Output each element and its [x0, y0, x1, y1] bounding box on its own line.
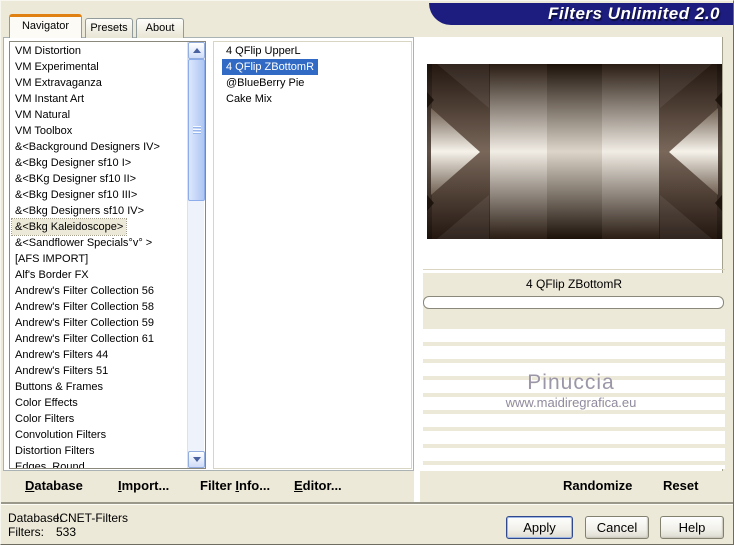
filter-list: 4 QFlip UpperL 4 QFlip ZBottomR @BlueBer…: [213, 41, 412, 469]
category-item[interactable]: &<BKg Designer sf10 II>: [12, 171, 139, 187]
category-item[interactable]: VM Extravaganza: [12, 75, 105, 91]
tab-presets[interactable]: Presets: [85, 18, 133, 38]
selected-filter-header: 4 QFlip ZBottomR: [525, 277, 623, 291]
filter-info-button[interactable]: Filter Info...: [200, 478, 270, 493]
filters-count-label: Filters:: [8, 525, 44, 539]
scrollbar-grip-icon: [192, 125, 201, 135]
app-title-banner: Filters Unlimited 2.0: [429, 3, 733, 25]
category-item[interactable]: Distortion Filters: [12, 443, 97, 459]
category-item[interactable]: Andrew's Filters 51: [12, 363, 111, 379]
scroll-down-icon: [192, 457, 201, 462]
import-button[interactable]: Import...: [118, 478, 169, 493]
randomize-button[interactable]: Randomize: [563, 478, 632, 493]
cancel-button[interactable]: Cancel: [585, 516, 649, 539]
category-item[interactable]: [AFS IMPORT]: [12, 251, 91, 267]
category-item[interactable]: Convolution Filters: [12, 427, 109, 443]
category-item[interactable]: Color Filters: [12, 411, 77, 427]
filters-count-value: 533: [56, 525, 77, 539]
category-item[interactable]: Buttons & Frames: [12, 379, 106, 395]
parameter-slider[interactable]: [423, 296, 724, 309]
category-item[interactable]: Alf's Border FX: [12, 267, 92, 283]
filter-item[interactable]: @BlueBerry Pie: [222, 75, 308, 91]
scroll-down-button[interactable]: [188, 451, 205, 468]
database-status-label: Database:: [8, 511, 63, 525]
filter-item-selected[interactable]: 4 QFlip ZBottomR: [222, 59, 319, 75]
category-item[interactable]: VM Experimental: [12, 59, 102, 75]
category-item[interactable]: Color Effects: [12, 395, 81, 411]
panel-divider: [414, 37, 420, 502]
category-item[interactable]: &<Background Designers IV>: [12, 139, 163, 155]
status-bar: Database: ICNET-Filters Filters: 533: [8, 511, 128, 539]
category-item[interactable]: Andrew's Filter Collection 59: [12, 315, 157, 331]
editor-button[interactable]: Editor...: [294, 478, 342, 493]
preview-image[interactable]: [427, 64, 722, 239]
database-button[interactable]: Database: [25, 478, 83, 493]
category-item[interactable]: Andrew's Filter Collection 58: [12, 299, 157, 315]
separator-line: [423, 269, 725, 270]
preview-panel: 4 QFlip ZBottomR Pinuccia www.maidiregra…: [420, 37, 725, 471]
reset-button[interactable]: Reset: [663, 478, 698, 493]
database-label: atabase: [34, 478, 83, 493]
tab-about[interactable]: About: [136, 18, 184, 38]
database-status-value: ICNET-Filters: [56, 511, 128, 525]
help-button[interactable]: Help: [660, 516, 724, 539]
panel-bottom-edge: [1, 502, 733, 505]
app-title: Filters Unlimited 2.0: [547, 4, 720, 23]
category-scrollbar[interactable]: [187, 42, 205, 468]
filter-item[interactable]: Cake Mix: [222, 91, 276, 107]
category-item-selected[interactable]: &<Bkg Kaleidoscope>: [10, 218, 128, 236]
bottom-toolbar: Database Import... Filter Info... Editor…: [3, 471, 733, 502]
scroll-up-button[interactable]: [188, 42, 205, 59]
filters-unlimited-window: Filters Unlimited 2.0 Navigator Presets …: [0, 0, 734, 545]
filter-info-pre: Filter: [200, 478, 236, 493]
import-label: mport...: [121, 478, 170, 493]
parameter-block: 4 QFlip ZBottomR: [423, 273, 725, 329]
database-mnemonic: D: [25, 478, 35, 493]
category-item[interactable]: &<Bkg Designer sf10 I>: [12, 155, 134, 171]
editor-mnemonic: E: [294, 478, 303, 493]
watermark: Pinuccia www.maidiregrafica.eu: [420, 371, 722, 410]
category-item[interactable]: &<Bkg Designer sf10 III>: [12, 187, 140, 203]
category-item[interactable]: VM Instant Art: [12, 91, 87, 107]
category-item[interactable]: &<Bkg Designers sf10 IV>: [12, 203, 147, 219]
category-list: VM Distortion VM Experimental VM Extrava…: [9, 41, 206, 469]
tab-navigator[interactable]: Navigator: [9, 14, 82, 38]
category-item[interactable]: Andrew's Filter Collection 56: [12, 283, 157, 299]
filter-info-label: nfo...: [239, 478, 271, 493]
category-item[interactable]: &<Sandflower Specials°v° >: [12, 235, 155, 251]
scroll-up-icon: [192, 48, 201, 53]
category-item[interactable]: VM Natural: [12, 107, 73, 123]
apply-button[interactable]: Apply: [506, 516, 573, 539]
watermark-name: Pinuccia: [527, 371, 615, 394]
filter-item[interactable]: 4 QFlip UpperL: [222, 43, 305, 59]
category-item[interactable]: Andrew's Filter Collection 61: [12, 331, 157, 347]
category-item[interactable]: Edges, Round: [12, 459, 88, 468]
category-item[interactable]: VM Distortion: [12, 43, 84, 59]
category-item[interactable]: VM Toolbox: [12, 123, 75, 139]
scrollbar-thumb[interactable]: [188, 59, 205, 201]
watermark-url: www.maidiregrafica.eu: [505, 395, 637, 410]
category-item[interactable]: Andrew's Filters 44: [12, 347, 111, 363]
editor-label: ditor...: [302, 478, 342, 493]
